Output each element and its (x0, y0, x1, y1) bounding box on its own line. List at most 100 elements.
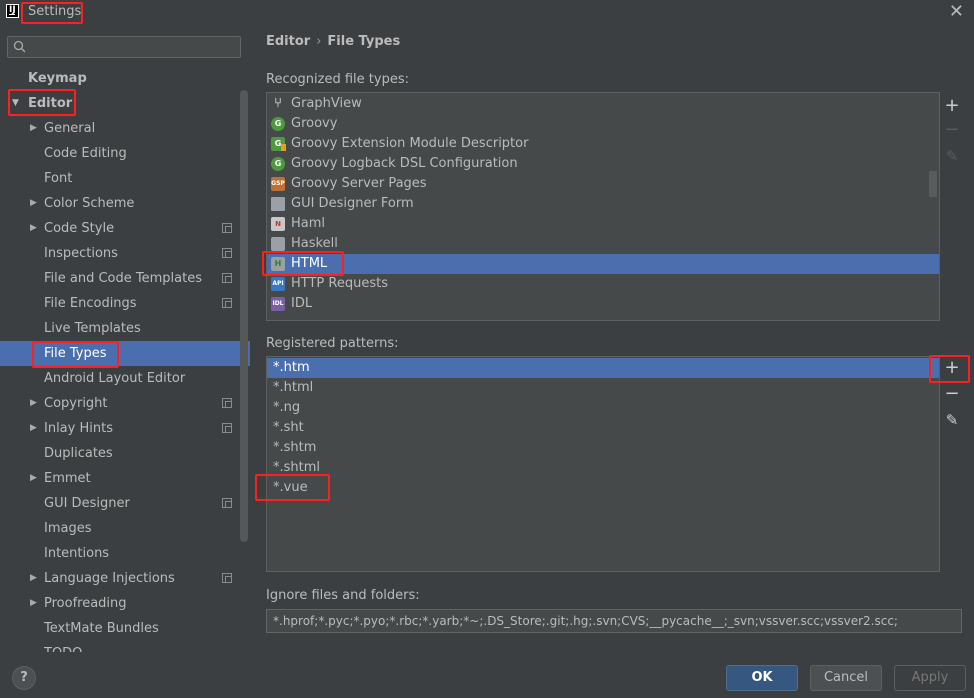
apply-button[interactable]: Apply (894, 665, 966, 691)
sidebar-item-label: Emmet (44, 471, 91, 486)
recognized-file-types-label: Recognized file types: (266, 72, 409, 87)
help-button[interactable]: ? (12, 666, 36, 690)
sidebar-item-label: General (44, 121, 96, 136)
sidebar-item[interactable]: File Types (0, 341, 250, 366)
settings-sidebar: Keymap ▼ Editor ▶ General Code Editing Font ▶ Co… (0, 24, 250, 652)
recognized-file-types-list[interactable]: ⑂ GraphView G Groovy G Groovy Extension Modul… (266, 92, 940, 321)
file-types-scrollbar[interactable] (929, 171, 937, 197)
breadcrumb-parent[interactable]: Editor (266, 34, 310, 49)
file-type-row[interactable]: API HTTP Requests (267, 274, 939, 294)
file-type-row[interactable]: G Groovy Logback DSL Configuration (267, 154, 939, 174)
file-type-row[interactable]: IDL IDL (267, 294, 939, 314)
pattern-row[interactable]: *.vue (267, 478, 939, 498)
project-scope-icon (222, 223, 232, 233)
sidebar-item[interactable]: ▶ Language Injections (0, 566, 240, 591)
sidebar-item-label: Intentions (44, 546, 110, 561)
file-type-label: GraphView (291, 96, 362, 111)
file-type-row[interactable]: GUI Designer Form (267, 194, 939, 214)
ignore-files-label: Ignore files and folders: (266, 588, 420, 603)
sidebar-scrollbar[interactable] (240, 90, 248, 542)
sidebar-item[interactable]: Duplicates (0, 441, 240, 466)
gsp-file-icon: GSP (271, 177, 285, 191)
registered-patterns-list[interactable]: *.htm *.html *.ng *.sht *.shtm *.shtml *.vue (266, 356, 940, 572)
sidebar-item[interactable]: Intentions (0, 541, 240, 566)
sidebar-item[interactable]: Font (0, 166, 240, 191)
groovy-file-icon: G (271, 117, 285, 131)
sidebar-item[interactable]: TODO (0, 641, 240, 652)
ext-file-icon: G (271, 137, 286, 151)
sidebar-item[interactable]: Images (0, 516, 240, 541)
haskell-file-icon (271, 237, 285, 251)
project-scope-icon (222, 498, 232, 508)
sidebar-item[interactable]: ▶ General (0, 116, 240, 141)
sidebar-item[interactable]: ▼ Editor (0, 91, 240, 116)
file-type-row[interactable]: GSP Groovy Server Pages (267, 174, 939, 194)
sidebar-item[interactable]: File and Code Templates (0, 266, 240, 291)
sidebar-item[interactable]: ▶ Inlay Hints (0, 416, 240, 441)
pattern-row[interactable]: *.sht (267, 418, 939, 438)
file-type-row[interactable]: H HTML (267, 254, 939, 274)
graph-file-icon: ⑂ (274, 96, 282, 111)
sidebar-item[interactable]: Inspections (0, 241, 240, 266)
file-type-label: Groovy Extension Module Descriptor (291, 136, 529, 151)
file-type-row[interactable]: G Groovy Extension Module Descriptor (267, 134, 939, 154)
pattern-row[interactable]: *.htm (267, 358, 939, 378)
sidebar-item[interactable]: Android Layout Editor (0, 366, 240, 391)
chevron-right-icon[interactable]: ▶ (30, 391, 37, 416)
settings-search-input[interactable] (7, 36, 241, 58)
ignore-files-input[interactable]: *.hprof;*.pyc;*.pyo;*.rbc;*.yarb;*~;.DS_… (266, 609, 962, 633)
sidebar-item[interactable]: Keymap (0, 66, 240, 91)
ok-button[interactable]: OK (726, 665, 798, 691)
groovy-file-icon: G (271, 157, 285, 171)
sidebar-item[interactable]: File Encodings (0, 291, 240, 316)
project-scope-icon (222, 573, 232, 583)
pattern-row[interactable]: *.ng (267, 398, 939, 418)
sidebar-item[interactable]: ▶ Proofreading (0, 591, 240, 616)
sidebar-item-label: Font (44, 171, 73, 186)
file-type-row[interactable]: G Groovy (267, 114, 939, 134)
file-type-label: HTTP Requests (291, 276, 388, 291)
add-pattern-button[interactable]: + (942, 358, 962, 378)
cancel-button[interactable]: Cancel (810, 665, 882, 691)
pattern-row[interactable]: *.shtml (267, 458, 939, 478)
sidebar-item[interactable]: ▶ Color Scheme (0, 191, 240, 216)
remove-pattern-button[interactable]: − (942, 384, 962, 404)
chevron-right-icon[interactable]: ▶ (30, 566, 37, 591)
title-bar: IJ Settings ✕ (0, 0, 974, 24)
chevron-right-icon[interactable]: ▶ (30, 416, 37, 441)
sidebar-item[interactable]: Live Templates (0, 316, 240, 341)
breadcrumb: Editor › File Types (266, 34, 400, 49)
remove-file-type-button[interactable]: − (942, 120, 962, 140)
add-file-type-button[interactable]: + (942, 96, 962, 116)
file-type-row[interactable]: ⑂ GraphView (267, 94, 939, 114)
chevron-right-icon[interactable]: ▶ (30, 191, 37, 216)
sidebar-item[interactable]: Code Editing (0, 141, 240, 166)
form-file-icon (271, 197, 285, 211)
window-title: Settings (28, 4, 82, 19)
sidebar-item[interactable]: ▶ Emmet (0, 466, 240, 491)
sidebar-item[interactable]: ▶ Copyright (0, 391, 240, 416)
chevron-right-icon[interactable]: ▶ (30, 116, 37, 141)
chevron-right-icon[interactable]: ▶ (30, 466, 37, 491)
sidebar-item[interactable]: GUI Designer (0, 491, 240, 516)
sidebar-item[interactable]: ▶ Code Style (0, 216, 240, 241)
file-types-panel: Editor › File Types Recognized file types:… (250, 24, 974, 652)
pattern-row[interactable]: *.html (267, 378, 939, 398)
chevron-down-icon[interactable]: ▼ (12, 91, 19, 116)
sidebar-item-label: Duplicates (44, 446, 113, 461)
sidebar-item-label: Images (44, 521, 92, 536)
close-icon[interactable]: ✕ (949, 1, 964, 22)
sidebar-item-label: Code Style (44, 221, 115, 236)
edit-pattern-button[interactable]: ✎ (942, 410, 962, 430)
sidebar-item[interactable]: TextMate Bundles (0, 616, 240, 641)
sidebar-item-label: Color Scheme (44, 196, 135, 211)
chevron-right-icon[interactable]: ▶ (30, 591, 37, 616)
sidebar-item-label: File and Code Templates (44, 271, 202, 286)
chevron-right-icon[interactable]: ▶ (30, 216, 37, 241)
pattern-row[interactable]: *.shtm (267, 438, 939, 458)
settings-tree: Keymap ▼ Editor ▶ General Code Editing Font ▶ Co… (0, 66, 250, 652)
file-type-row[interactable]: Haskell (267, 234, 939, 254)
file-type-row[interactable]: N Haml (267, 214, 939, 234)
edit-file-type-button[interactable]: ✎ (942, 146, 962, 166)
project-scope-icon (222, 398, 232, 408)
